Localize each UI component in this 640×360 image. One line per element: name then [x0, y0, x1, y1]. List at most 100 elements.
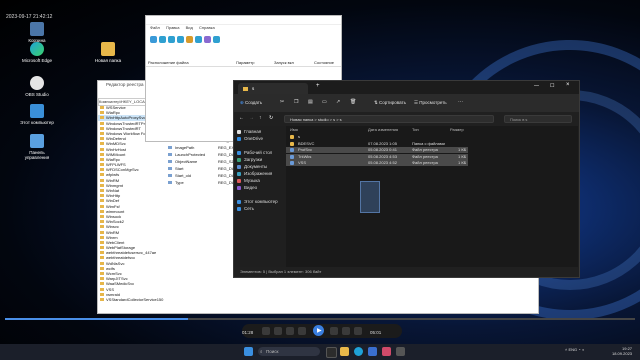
nav-item-label: Документы — [244, 164, 268, 169]
registry-value-icon — [168, 174, 172, 177]
chevron-up-icon[interactable]: ˄ — [565, 347, 567, 352]
file-row[interactable]: ProfSvc 05.08.2023 0:41 Файл реестра 1 КБ — [286, 147, 468, 153]
network-icon[interactable]: ◔ — [578, 347, 580, 352]
registry-value-icon — [168, 160, 172, 163]
menu-item-view[interactable]: Вид — [186, 25, 193, 30]
taskbar-search[interactable]: ⌕ Поиск — [258, 347, 320, 356]
file-explorer-icon[interactable] — [340, 347, 349, 356]
current-time: 01:28 — [242, 330, 254, 335]
registry-tree-item[interactable]: VSStandardCollectorService150 — [98, 297, 166, 302]
autoruns-column-header: Расположение файла Параметр Запуск вкл С… — [146, 59, 341, 67]
menu-item-file[interactable]: Файл — [150, 25, 160, 30]
video-progress-track[interactable] — [5, 318, 635, 320]
column-header[interactable]: Расположение файла — [148, 60, 189, 65]
column-header-size[interactable]: Размер — [450, 127, 464, 132]
search-input[interactable]: Поиск в s — [504, 115, 572, 123]
nav-item[interactable]: Этот компьютер — [237, 199, 278, 205]
column-header-type[interactable]: Тип — [412, 127, 419, 132]
new-tab-icon[interactable]: + — [316, 83, 320, 89]
paste-icon[interactable]: ▤ — [308, 99, 313, 105]
cut-icon[interactable]: ✂ — [280, 99, 284, 105]
nav-item[interactable]: Главная — [237, 129, 261, 135]
column-header[interactable]: Параметр — [236, 60, 254, 65]
file-date: 05.08.2023 4:52 — [368, 160, 397, 165]
language-indicator[interactable]: ENG — [568, 347, 577, 352]
nav-item[interactable]: Видео — [237, 185, 257, 191]
desktop-icon-obs[interactable]: OBS Studio — [20, 76, 54, 97]
rewind-icon[interactable] — [298, 327, 306, 335]
desktop-icon-control-panel[interactable]: Панель управления — [20, 134, 54, 160]
nav-item[interactable]: Рабочий стол — [237, 150, 272, 156]
refresh-icon[interactable]: ↻ — [269, 115, 273, 121]
properties-icon[interactable] — [204, 36, 211, 43]
stop-icon[interactable] — [168, 36, 175, 43]
column-header[interactable]: Состояние — [314, 60, 334, 65]
close-icon[interactable]: × — [566, 82, 570, 88]
find-icon[interactable] — [195, 36, 202, 43]
store-icon[interactable] — [368, 347, 377, 356]
share-icon[interactable]: ↗ — [336, 99, 340, 105]
autoruns-titlebar — [146, 16, 341, 25]
loop-icon[interactable] — [274, 327, 282, 335]
sort-button[interactable]: ⇅ Сортировать — [374, 100, 406, 106]
folder-icon — [100, 194, 104, 198]
back-icon[interactable]: ← — [239, 115, 244, 121]
file-row[interactable]: s — [286, 134, 468, 140]
column-header-name[interactable]: Имя — [290, 127, 298, 132]
menu-item-help[interactable]: Справка — [199, 25, 215, 30]
file-row[interactable]: TrkWks 05.08.2023 4:53 Файл реестра 1 КБ — [286, 153, 468, 160]
nav-item[interactable]: Сеть — [237, 206, 254, 212]
address-bar[interactable]: Новая папка > studio > s > s — [284, 115, 494, 123]
nav-item[interactable]: OneDrive — [237, 136, 263, 142]
file-list-pane: Имя Дата изменения Тип Размер s BDESVC 07.… — [286, 126, 578, 267]
view-button[interactable]: ☰ Просмотреть — [414, 100, 447, 106]
forward-icon[interactable] — [330, 327, 338, 335]
desktop-icon-recycle-bin[interactable]: Корзина — [20, 22, 54, 43]
delete-icon[interactable] — [213, 36, 220, 43]
regedit-icon[interactable] — [396, 347, 405, 356]
subtitles-icon[interactable] — [262, 327, 270, 335]
status-text: Элементов: 5 | Выбран 1 элемент: 306 бай… — [240, 269, 322, 274]
copy-icon[interactable]: ❐ — [294, 99, 298, 105]
volume-icon[interactable] — [354, 327, 362, 335]
file-row[interactable]: VSS 05.08.2023 4:52 Файл реестра 1 КБ — [286, 160, 468, 166]
nav-item[interactable]: Загрузки — [237, 157, 262, 163]
nav-item[interactable]: Музыка — [237, 178, 260, 184]
up-icon[interactable]: ↑ — [259, 115, 262, 121]
desktop-icon-new-folder[interactable]: Новая папка — [91, 42, 125, 63]
play-button[interactable]: ▶ — [313, 325, 324, 336]
edge-icon[interactable] — [354, 347, 363, 356]
start-button-icon[interactable] — [244, 347, 253, 356]
menu-item-edit[interactable]: Правка — [166, 25, 180, 30]
options-icon[interactable] — [186, 36, 193, 43]
nav-item[interactable]: Документы — [237, 164, 267, 170]
next-icon[interactable] — [342, 327, 350, 335]
refresh-icon[interactable] — [150, 36, 157, 43]
explorer-tab[interactable]: s — [238, 83, 308, 94]
nav-item-label: Рабочий стол — [244, 150, 273, 155]
taskbar-clock[interactable]: 19:27 18.09.2023 — [612, 346, 632, 356]
column-header[interactable]: Запуск вкл — [274, 60, 294, 65]
volume-icon[interactable]: ◖ — [582, 347, 584, 352]
minimize-icon[interactable]: — — [534, 83, 539, 89]
nav-item[interactable]: Изображения — [237, 171, 272, 177]
app-icon[interactable] — [382, 347, 391, 356]
restart-icon[interactable] — [177, 36, 184, 43]
previous-icon[interactable] — [286, 327, 294, 335]
column-header-date[interactable]: Дата изменения — [368, 127, 398, 132]
taskbar: ⌕ Поиск ˄ ENG ◔ ◖ 19:27 18.09.2023 — [0, 344, 640, 360]
forward-icon[interactable]: → — [249, 115, 254, 121]
desktop-icon-edge[interactable]: Microsoft Edge — [20, 42, 54, 63]
computer-icon — [237, 199, 241, 204]
delete-icon[interactable]: 🗑 — [350, 99, 356, 105]
more-options-icon[interactable]: ··· — [458, 99, 463, 105]
run-icon[interactable] — [159, 36, 166, 43]
maximize-icon[interactable]: ☐ — [550, 83, 554, 89]
task-view-icon[interactable] — [326, 347, 337, 358]
home-icon — [237, 129, 241, 134]
desktop-icon-this-pc[interactable]: Этот компьютер — [20, 104, 54, 125]
rename-icon[interactable]: ▭ — [322, 99, 327, 105]
file-row[interactable]: BDESVC 07.08.2023 1:05 Папка с файлами — [286, 141, 468, 147]
value-name: Start_old — [175, 173, 192, 178]
create-button[interactable]: ⊕ Создать — [240, 100, 262, 106]
